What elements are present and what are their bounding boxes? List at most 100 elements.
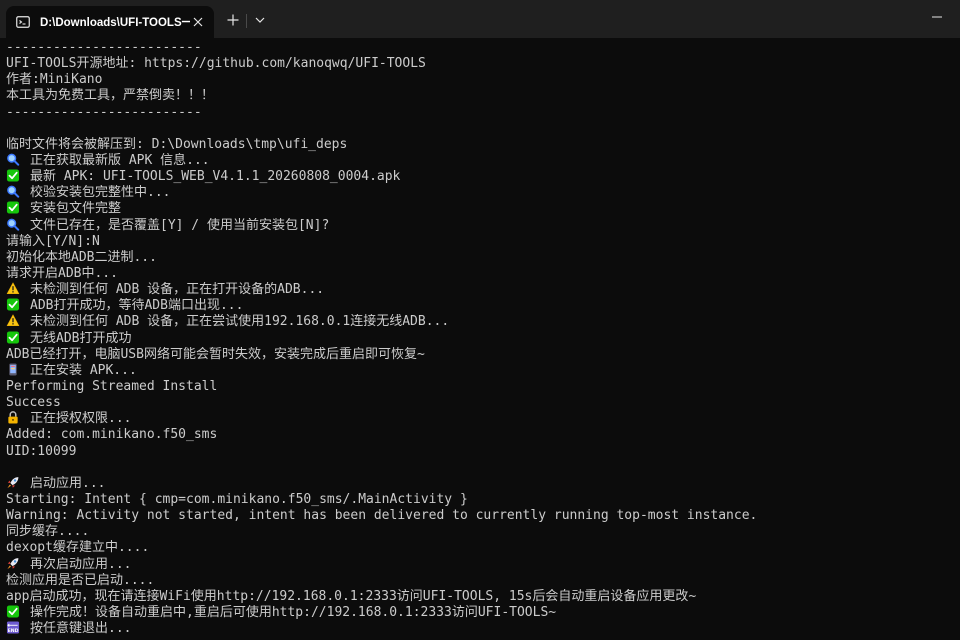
- terminal-line: 作者:MiniKano: [6, 72, 954, 88]
- terminal-line-text: 未检测到任何 ADB 设备，正在打开设备的ADB...: [30, 282, 325, 298]
- terminal-line: ADB打开成功，等待ADB端口出现...: [6, 298, 954, 314]
- terminal-line-text: Success: [6, 395, 61, 411]
- tab-title: D:\Downloads\UFI-TOOLS一键: [40, 17, 190, 29]
- terminal-icon: [16, 15, 30, 29]
- terminal-line: 未检测到任何 ADB 设备，正在尝试使用192.168.0.1连接无线ADB..…: [6, 314, 954, 330]
- tab-divider: [246, 14, 247, 28]
- terminal-line: app启动成功，现在请连接WiFi使用http://192.168.0.1:23…: [6, 589, 954, 605]
- terminal-line: 正在安装 APK...: [6, 363, 954, 379]
- terminal-line-text: Warning: Activity not started, intent ha…: [6, 508, 758, 524]
- terminal-line: 请输入[Y/N]:N: [6, 234, 954, 250]
- terminal-line: -------------------------: [6, 105, 954, 121]
- warning-icon: [6, 282, 20, 295]
- terminal-line-text: 临时文件将会被解压到: D:\Downloads\tmp\ufi_deps: [6, 136, 348, 152]
- terminal-line: Success: [6, 395, 954, 411]
- terminal-line-text: -------------------------: [6, 40, 202, 55]
- terminal-line-text: dexopt缓存建立中....: [6, 540, 150, 556]
- terminal-line: 再次启动应用...: [6, 557, 954, 573]
- magnifier-icon: [6, 218, 20, 231]
- terminal-line: 请求开启ADB中...: [6, 266, 954, 282]
- terminal-line: ADB已经打开，电脑USB网络可能会暂时失效，安装完成后重启即可恢复~: [6, 347, 954, 363]
- terminal-line: 操作完成！设备自动重启中,重启后可使用http://192.168.0.1:23…: [6, 605, 954, 621]
- terminal-line-text: 检测应用是否已启动....: [6, 572, 155, 588]
- terminal-line: 同步缓存....: [6, 524, 954, 540]
- terminal-line: END 按任意键退出...: [6, 621, 954, 637]
- terminal-line: dexopt缓存建立中....: [6, 540, 954, 556]
- lock-icon: [6, 411, 20, 424]
- terminal-line-text: Performing Streamed Install: [6, 378, 218, 394]
- terminal-line-text: 未检测到任何 ADB 设备，正在尝试使用192.168.0.1连接无线ADB..…: [30, 314, 450, 330]
- rocket-icon: [6, 476, 20, 489]
- terminal-line-text: -------------------------: [6, 104, 202, 120]
- terminal-line-text: 按任意键退出...: [30, 621, 132, 637]
- terminal-line-text: UFI-TOOLS开源地址: https://github.com/kanoqw…: [6, 56, 426, 72]
- end-arrow-icon: END: [6, 621, 20, 634]
- minimize-button[interactable]: [914, 0, 960, 34]
- plus-icon: [227, 14, 239, 26]
- check-mark-icon: [6, 330, 20, 344]
- terminal-line: Added: com.minikano.f50_sms: [6, 427, 954, 443]
- terminal-line-text: 最新 APK: UFI-TOOLS_WEB_V4.1.1_20260808_00…: [30, 169, 401, 185]
- title-bar[interactable]: D:\Downloads\UFI-TOOLS一键: [0, 0, 960, 38]
- terminal-line-text: 作者:MiniKano: [6, 72, 103, 88]
- chevron-down-icon: [255, 17, 265, 23]
- magnifier-icon: [6, 153, 20, 166]
- terminal-line: 正在获取最新版 APK 信息...: [6, 153, 954, 169]
- tab-dropdown-button[interactable]: [250, 9, 270, 31]
- terminal-line-text: 本工具为免费工具，严禁倒卖！！！: [6, 88, 215, 104]
- check-mark-icon: [6, 201, 20, 214]
- terminal-line-text: 无线ADB打开成功: [30, 330, 132, 346]
- terminal-window: D:\Downloads\UFI-TOOLS一键 ---------------: [0, 0, 960, 640]
- terminal-line-text: ADB打开成功，等待ADB端口出现...: [30, 298, 244, 314]
- terminal-line: 启动应用...: [6, 476, 954, 492]
- terminal-line-text: 文件已存在，是否覆盖[Y] / 使用当前安装包[N]?: [30, 217, 330, 233]
- check-mark-icon: [6, 298, 20, 311]
- minimize-icon: [932, 16, 942, 18]
- terminal-line: 检测应用是否已启动....: [6, 573, 954, 589]
- terminal-output[interactable]: ------------------------- UFI-TOOLS开源地址: …: [0, 38, 960, 640]
- terminal-line-text: Added: com.minikano.f50_sms: [6, 427, 218, 443]
- terminal-line: 临时文件将会被解压到: D:\Downloads\tmp\ufi_deps: [6, 137, 954, 153]
- terminal-line-text: 正在授权权限...: [30, 411, 132, 427]
- terminal-line: Warning: Activity not started, intent ha…: [6, 508, 954, 524]
- terminal-line: -------------------------: [6, 40, 954, 56]
- terminal-line: 无线ADB打开成功: [6, 331, 954, 347]
- terminal-line-text: 初始化本地ADB二进制...: [6, 249, 157, 265]
- new-tab-button[interactable]: [222, 9, 244, 31]
- terminal-line-text: 启动应用...: [30, 475, 106, 491]
- terminal-line: 文件已存在，是否覆盖[Y] / 使用当前安装包[N]?: [6, 218, 954, 234]
- terminal-line: 本工具为免费工具，严禁倒卖！！！: [6, 88, 954, 104]
- magnifier-icon: [6, 185, 20, 198]
- terminal-line: Performing Streamed Install: [6, 379, 954, 395]
- terminal-line: 最新 APK: UFI-TOOLS_WEB_V4.1.1_20260808_00…: [6, 169, 954, 185]
- terminal-line-text: 校验安装包完整性中...: [30, 185, 171, 201]
- terminal-line: UFI-TOOLS开源地址: https://github.com/kanoqw…: [6, 56, 954, 72]
- terminal-line-text: 安装包文件完整: [30, 201, 122, 217]
- terminal-line-text: ADB已经打开，电脑USB网络可能会暂时失效，安装完成后重启即可恢复~: [6, 346, 425, 362]
- check-mark-icon: [6, 605, 20, 618]
- terminal-line-text: 再次启动应用...: [30, 556, 132, 572]
- terminal-line: 安装包文件完整: [6, 201, 954, 217]
- terminal-line-text: 请求开启ADB中...: [6, 265, 118, 281]
- terminal-line: 初始化本地ADB二进制...: [6, 250, 954, 266]
- terminal-line-text: 正在安装 APK...: [30, 362, 137, 378]
- terminal-line: 未检测到任何 ADB 设备，正在打开设备的ADB...: [6, 282, 954, 298]
- terminal-line-text: UID:10099: [6, 443, 77, 459]
- terminal-line-text: 操作完成！设备自动重启中,重启后可使用http://192.168.0.1:23…: [30, 604, 557, 620]
- terminal-line-text: app启动成功，现在请连接WiFi使用http://192.168.0.1:23…: [6, 588, 697, 604]
- terminal-line: UID:10099: [6, 444, 954, 460]
- mobile-phone-icon: [6, 363, 20, 376]
- svg-text:END: END: [8, 628, 19, 634]
- terminal-line: 正在授权权限...: [6, 411, 954, 427]
- rocket-icon: [6, 557, 20, 570]
- terminal-line: 校验安装包完整性中...: [6, 185, 954, 201]
- terminal-line: Starting: Intent { cmp=com.minikano.f50_…: [6, 492, 954, 508]
- terminal-line-text: Starting: Intent { cmp=com.minikano.f50_…: [6, 491, 468, 507]
- close-tab-icon[interactable]: [190, 14, 206, 30]
- check-mark-icon: [6, 169, 20, 182]
- terminal-line-text: 正在获取最新版 APK 信息...: [30, 152, 210, 168]
- tab-active[interactable]: D:\Downloads\UFI-TOOLS一键: [6, 6, 214, 38]
- warning-icon: [6, 314, 20, 327]
